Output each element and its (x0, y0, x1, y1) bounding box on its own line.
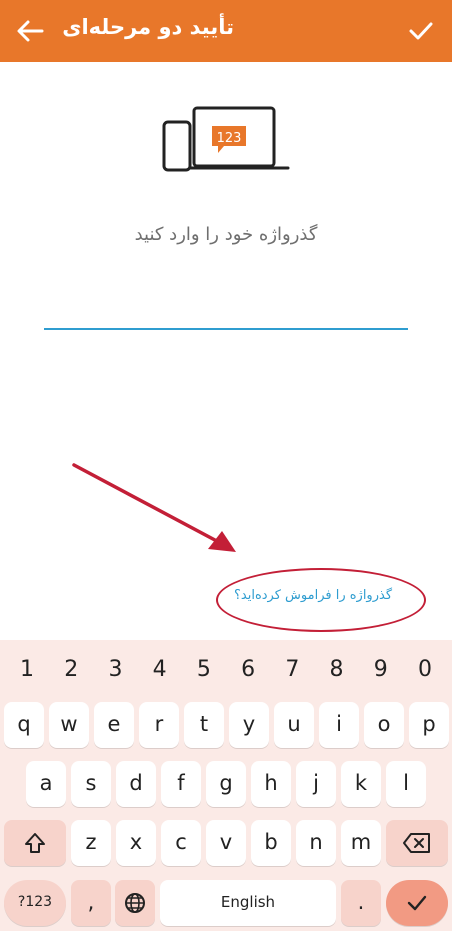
key-0[interactable]: 0 (403, 648, 447, 692)
key-6[interactable]: 6 (226, 648, 270, 692)
arrow-left-icon[interactable] (14, 16, 46, 46)
devices-illustration: 123 (160, 100, 292, 178)
key-s[interactable]: s (71, 761, 111, 807)
password-input[interactable] (44, 290, 408, 330)
key-l[interactable]: l (386, 761, 426, 807)
code-badge-text: 123 (217, 131, 242, 146)
password-prompt: گذرواژه خود را وارد کنید (134, 224, 318, 245)
key-z[interactable]: z (71, 820, 111, 866)
key-x[interactable]: x (116, 820, 156, 866)
key-p[interactable]: p (409, 702, 449, 748)
key-i[interactable]: i (319, 702, 359, 748)
app-bar: تأیید دو مرحله‌ای (0, 0, 452, 62)
key-b[interactable]: b (251, 820, 291, 866)
key-t[interactable]: t (184, 702, 224, 748)
backspace-icon[interactable] (386, 820, 448, 866)
key-f[interactable]: f (161, 761, 201, 807)
on-screen-keyboard: 1 2 3 4 5 6 7 8 9 0 q w e r t y u i o p … (0, 640, 452, 931)
key-m[interactable]: m (341, 820, 381, 866)
period-key[interactable]: . (341, 880, 381, 926)
space-key[interactable]: English (160, 880, 336, 926)
key-1[interactable]: 1 (5, 648, 49, 692)
key-v[interactable]: v (206, 820, 246, 866)
key-e[interactable]: e (94, 702, 134, 748)
check-icon[interactable] (406, 16, 436, 46)
key-a[interactable]: a (26, 761, 66, 807)
key-9[interactable]: 9 (359, 648, 403, 692)
key-k[interactable]: k (341, 761, 381, 807)
key-o[interactable]: o (364, 702, 404, 748)
bottom-row: ?123 , English . (0, 880, 452, 930)
key-8[interactable]: 8 (315, 648, 359, 692)
symbols-key[interactable]: ?123 (4, 880, 66, 926)
key-q[interactable]: q (4, 702, 44, 748)
key-3[interactable]: 3 (93, 648, 137, 692)
key-n[interactable]: n (296, 820, 336, 866)
key-r[interactable]: r (139, 702, 179, 748)
key-y[interactable]: y (229, 702, 269, 748)
comma-key[interactable]: , (71, 880, 111, 926)
key-d[interactable]: d (116, 761, 156, 807)
key-4[interactable]: 4 (138, 648, 182, 692)
key-h[interactable]: h (251, 761, 291, 807)
shift-icon[interactable] (4, 820, 66, 866)
key-g[interactable]: g (206, 761, 246, 807)
letter-row-2: a s d f g h j k l (0, 761, 452, 811)
annotation-arrow (60, 455, 250, 565)
number-row: 1 2 3 4 5 6 7 8 9 0 (0, 648, 452, 692)
key-5[interactable]: 5 (182, 648, 226, 692)
forgot-password-link[interactable]: گذرواژه را فراموش کرده‌اید؟ (218, 588, 408, 603)
letter-row-1: q w e r t y u i o p (0, 702, 452, 752)
letter-row-3: z x c v b n m (0, 820, 452, 870)
key-c[interactable]: c (161, 820, 201, 866)
page-title: تأیید دو مرحله‌ای (62, 15, 234, 39)
key-j[interactable]: j (296, 761, 336, 807)
globe-icon[interactable] (115, 880, 155, 926)
enter-key[interactable] (386, 880, 448, 926)
key-7[interactable]: 7 (270, 648, 314, 692)
key-2[interactable]: 2 (49, 648, 93, 692)
key-w[interactable]: w (49, 702, 89, 748)
key-u[interactable]: u (274, 702, 314, 748)
